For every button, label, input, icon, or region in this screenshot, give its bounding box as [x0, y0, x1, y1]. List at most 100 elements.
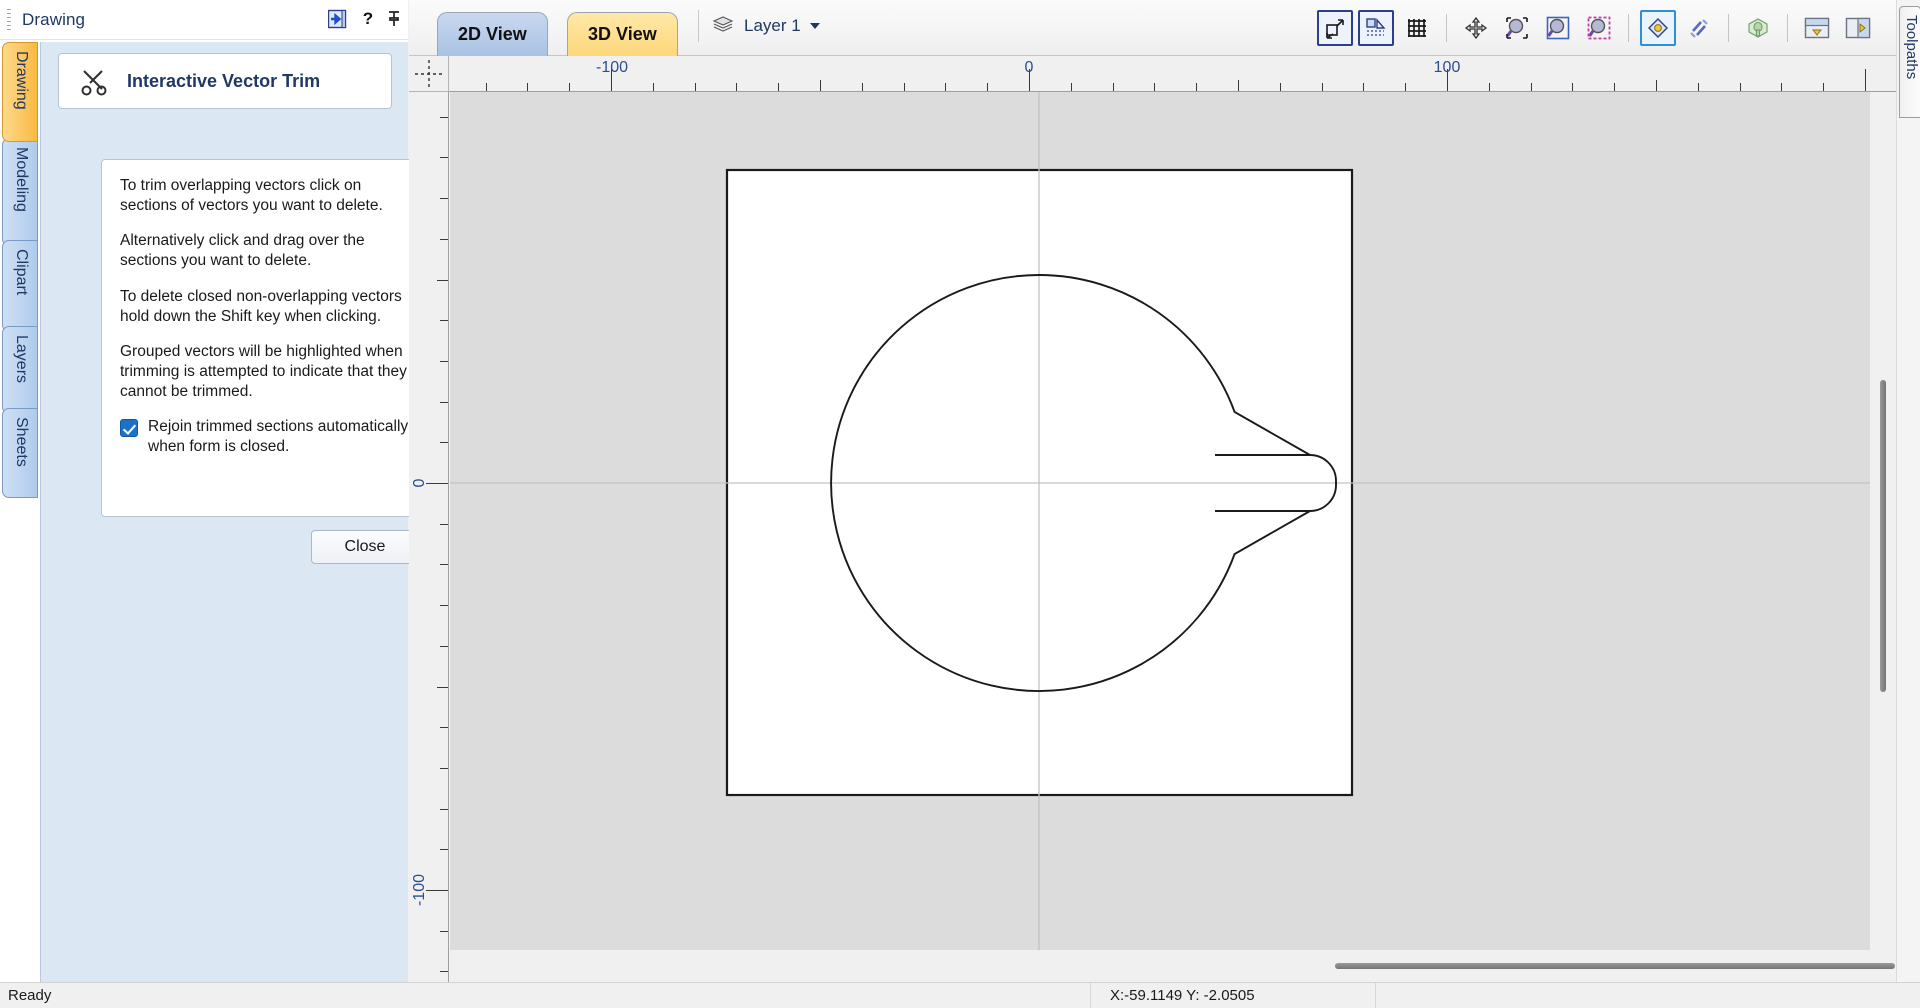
- ruler-tick: [1405, 83, 1406, 91]
- view-toolbar: [1317, 7, 1876, 49]
- ruler-tick: [437, 280, 448, 281]
- tab-2d-view[interactable]: 2D View: [437, 12, 548, 56]
- close-button[interactable]: Close: [311, 530, 419, 564]
- ruler-tick: [527, 83, 528, 91]
- vertical-ruler[interactable]: 0-100: [409, 92, 449, 982]
- drawing-form-area: Interactive Vector Trim To trim overlapp…: [40, 42, 408, 982]
- ruler-label: 0: [1025, 59, 1034, 77]
- ruler-tick: [440, 605, 448, 606]
- ruler-tick: [1280, 83, 1281, 91]
- snap-grid-icon[interactable]: [1399, 10, 1435, 46]
- sidebar-tab-sheets[interactable]: Sheets: [2, 408, 38, 498]
- sidebar-tab-toolpaths[interactable]: Toolpaths: [1899, 6, 1920, 118]
- ruler-tick: [426, 483, 448, 484]
- ruler-tick: [1196, 83, 1197, 91]
- ruler-tick: [440, 117, 448, 118]
- ruler-tick: [1238, 80, 1239, 91]
- vertical-scrollbar[interactable]: [1870, 92, 1896, 950]
- ruler-tick: [1531, 83, 1532, 91]
- view-tabbar: 2D View 3D View Layer 1: [409, 0, 1896, 56]
- split-view-vertical-icon[interactable]: [1840, 10, 1876, 46]
- instruction-paragraph: Grouped vectors will be highlighted when…: [120, 342, 411, 402]
- scissors-icon: [77, 64, 111, 98]
- ruler-tick: [440, 239, 448, 240]
- ruler-tick: [1614, 83, 1615, 91]
- cursor-coordinates: X:-59.1149 Y: -2.0505: [1110, 987, 1255, 1004]
- sidebar-tab-modeling[interactable]: Modeling: [2, 138, 38, 246]
- toolbar-divider: [698, 10, 699, 42]
- ruler-tick: [440, 809, 448, 810]
- ruler-tick: [1154, 83, 1155, 91]
- show-3d-model-icon[interactable]: [1740, 10, 1776, 46]
- hide-vectors-icon[interactable]: [1681, 10, 1717, 46]
- autohide-arrow-icon[interactable]: [327, 7, 351, 31]
- sidebar-tab-layers[interactable]: Layers: [2, 326, 38, 414]
- sidebar-tab-drawing[interactable]: Drawing: [2, 42, 38, 142]
- snap-to-geometry-icon[interactable]: [1358, 10, 1394, 46]
- rejoin-trimmed-sections-checkbox[interactable]: [120, 419, 138, 437]
- form-title: Interactive Vector Trim: [127, 71, 320, 92]
- rejoin-trimmed-sections-row[interactable]: Rejoin trimmed sections automatically wh…: [120, 417, 411, 457]
- rejoin-trimmed-sections-label: Rejoin trimmed sections automatically wh…: [148, 417, 411, 457]
- ruler-tick: [440, 361, 448, 362]
- zoom-extents-icon[interactable]: [1499, 10, 1535, 46]
- ruler-tick: [904, 83, 905, 91]
- drag-grip-icon[interactable]: [7, 9, 11, 33]
- ruler-tick: [486, 83, 487, 91]
- horizontal-scrollbar[interactable]: [450, 950, 1896, 982]
- left-tab-strip: Drawing Modeling Clipart Layers Sheets: [0, 42, 40, 472]
- zoom-to-drawing-icon[interactable]: [1540, 10, 1576, 46]
- ruler-tick: [695, 83, 696, 91]
- ruler-tick: [1322, 83, 1323, 91]
- application-window: Drawing ? Drawing Modeling Clipart Layer…: [0, 0, 1920, 1008]
- layer-selector[interactable]: Layer 1: [712, 10, 820, 42]
- ruler-tick: [440, 931, 448, 932]
- ruler-tick: [1865, 69, 1866, 91]
- instruction-paragraph: Alternatively click and drag over the se…: [120, 231, 411, 271]
- ruler-origin-button[interactable]: [409, 56, 449, 92]
- vertical-scrollbar-thumb[interactable]: [1880, 380, 1886, 692]
- ruler-tick: [1823, 83, 1824, 91]
- help-icon[interactable]: ?: [356, 7, 380, 31]
- ruler-tick: [440, 768, 448, 769]
- 2d-drawing-canvas[interactable]: [450, 92, 1896, 950]
- split-view-horizontal-icon[interactable]: [1799, 10, 1835, 46]
- ruler-tick: [569, 83, 570, 91]
- ruler-tick: [440, 157, 448, 158]
- ruler-tick: [736, 83, 737, 91]
- ruler-tick: [1113, 83, 1114, 91]
- horizontal-scrollbar-thumb[interactable]: [1335, 963, 1895, 969]
- form-header: Interactive Vector Trim: [58, 53, 392, 109]
- ruler-tick: [426, 890, 448, 891]
- layers-stack-icon: [712, 14, 734, 39]
- sidebar-tab-clipart[interactable]: Clipart: [2, 240, 38, 332]
- right-tab-strip: Toolpaths: [1896, 0, 1920, 982]
- sidebar-tab-label: Clipart: [12, 241, 30, 295]
- chevron-down-icon[interactable]: [810, 23, 820, 29]
- show-vectors-icon[interactable]: [1640, 10, 1676, 46]
- status-divider: [1375, 983, 1376, 1008]
- ruler-tick: [437, 687, 448, 688]
- sidebar-tab-label: Sheets: [12, 409, 30, 467]
- status-divider: [1090, 983, 1091, 1008]
- horizontal-ruler[interactable]: -1000100: [449, 56, 1896, 92]
- scale-object-icon[interactable]: [1317, 10, 1353, 46]
- sidebar-tab-label: Layers: [12, 327, 30, 383]
- pin-icon[interactable]: [382, 7, 406, 31]
- tab-3d-view[interactable]: 3D View: [567, 12, 678, 56]
- ruler-tick: [440, 849, 448, 850]
- zoom-selection-icon[interactable]: [1581, 10, 1617, 46]
- ruler-tick: [1572, 83, 1573, 91]
- left-dock-panel: Drawing ? Drawing Modeling Clipart Layer…: [0, 0, 408, 982]
- ruler-tick: [1363, 83, 1364, 91]
- toolbar-divider: [1628, 14, 1629, 42]
- ruler-label: -100: [411, 874, 429, 906]
- pan-view-icon[interactable]: [1458, 10, 1494, 46]
- ruler-tick: [1740, 83, 1741, 91]
- ruler-tick: [653, 83, 654, 91]
- ruler-tick: [862, 83, 863, 91]
- ruler-tick: [440, 442, 448, 443]
- instruction-paragraph: To trim overlapping vectors click on sec…: [120, 176, 411, 216]
- ruler-tick: [1489, 83, 1490, 91]
- ruler-tick: [440, 727, 448, 728]
